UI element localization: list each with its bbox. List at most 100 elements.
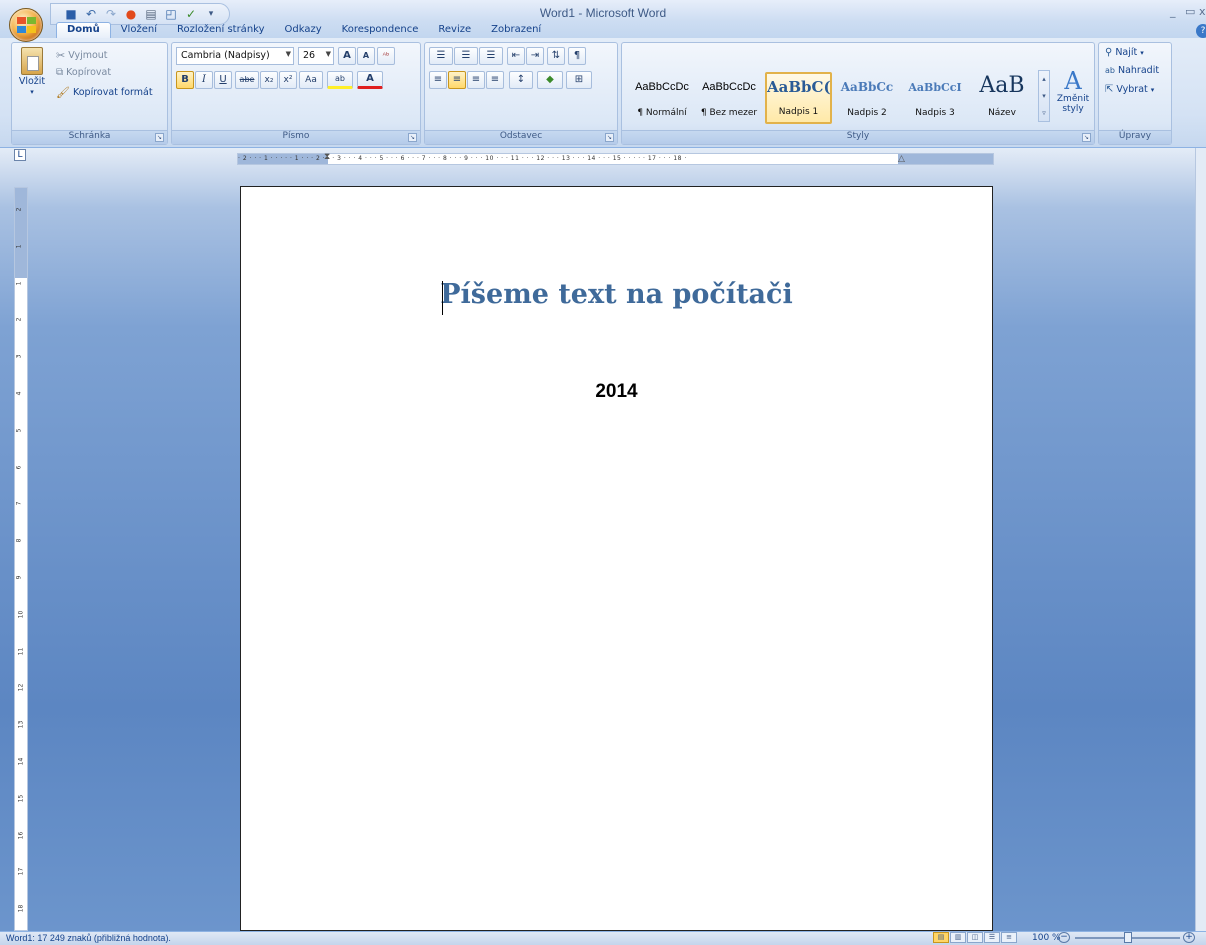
customize-qat-icon[interactable]: ▾ xyxy=(203,6,219,22)
minimize-button[interactable]: _ xyxy=(1170,5,1176,18)
styles-scroll[interactable]: ▴ ▾ ▿ xyxy=(1038,70,1050,122)
outline-view-button[interactable]: ☰ xyxy=(984,932,1000,943)
change-case-button[interactable]: Aa xyxy=(299,71,323,89)
cut-button[interactable]: ✂ Vyjmout xyxy=(56,49,108,62)
redo-icon[interactable]: ↷ xyxy=(103,6,119,22)
style-heading-2[interactable]: AaBbCc Nadpis 2 xyxy=(835,72,899,124)
font-name-combo[interactable]: Cambria (Nadpisy) ▼ xyxy=(176,47,294,65)
line-spacing-button[interactable]: ↕ xyxy=(509,71,533,89)
tab-rozlozeni-stranky[interactable]: Rozložení stránky xyxy=(167,22,275,39)
save-icon[interactable]: ■ xyxy=(63,6,79,22)
format-painter-icon: 🖌 xyxy=(56,86,70,99)
highlight-button[interactable]: ab xyxy=(327,71,353,89)
clipboard-launcher-icon[interactable]: ↘ xyxy=(155,133,164,142)
styles-launcher-icon[interactable]: ↘ xyxy=(1082,133,1091,142)
grow-font-button[interactable]: A xyxy=(338,47,356,65)
align-center-button[interactable]: ≡ xyxy=(448,71,466,89)
sort-button[interactable]: ⇅ xyxy=(547,47,565,65)
paragraph-group-label: Odstavec xyxy=(425,130,617,144)
show-marks-button[interactable]: ¶ xyxy=(568,47,586,65)
document-year[interactable]: 2014 xyxy=(241,381,992,403)
zoom-out-button[interactable]: − xyxy=(1058,932,1070,943)
office-button[interactable] xyxy=(9,8,43,42)
vertical-ruler-tick: 10 xyxy=(17,610,25,619)
first-line-indent-marker[interactable]: ⧗ xyxy=(324,153,330,162)
style-heading-3[interactable]: AaBbCcI Nadpis 3 xyxy=(903,72,967,124)
spellcheck-icon[interactable]: ✓ xyxy=(183,6,199,22)
replace-button[interactable]: ab Nahradit xyxy=(1105,65,1159,76)
print-icon[interactable]: ▤ xyxy=(143,6,159,22)
align-left-button[interactable]: ≡ xyxy=(429,71,447,89)
tab-selector-button[interactable]: L xyxy=(14,149,26,161)
style-no-spacing[interactable]: AaBbCcDc ¶ Bez mezer xyxy=(697,72,761,124)
tab-zobrazeni[interactable]: Zobrazení xyxy=(481,22,551,39)
font-launcher-icon[interactable]: ↘ xyxy=(408,133,417,142)
document-page[interactable]: Píšeme text na počítači 2014 xyxy=(240,186,993,931)
right-indent-marker[interactable]: △ xyxy=(898,155,905,164)
shading-button[interactable]: ◆ xyxy=(537,71,563,89)
numbering-button[interactable]: ☰ xyxy=(454,47,478,65)
paste-button[interactable]: Vložit ▾ xyxy=(14,47,50,96)
zoom-in-button[interactable]: + xyxy=(1183,932,1195,943)
cut-label: Vyjmout xyxy=(68,50,108,61)
subscript-button[interactable]: x₂ xyxy=(260,71,278,89)
shrink-font-button[interactable]: A xyxy=(357,47,375,65)
print-layout-view-button[interactable]: ▤ xyxy=(933,932,949,943)
style-sample: AaBbC( xyxy=(767,78,830,96)
tab-korespondence[interactable]: Korespondence xyxy=(332,22,429,39)
decrease-indent-button[interactable]: ⇤ xyxy=(507,47,525,65)
select-button[interactable]: ⇱ Vybrat ▾ xyxy=(1105,84,1154,95)
increase-indent-button[interactable]: ⇥ xyxy=(526,47,544,65)
style-normal[interactable]: AaBbCcDc ¶ Normální xyxy=(630,72,694,124)
word-count-status[interactable]: Word1: 17 249 znaků (přibližná hodnota). xyxy=(6,933,171,943)
web-layout-view-button[interactable]: ◫ xyxy=(967,932,983,943)
find-button[interactable]: ⚲ Najít ▾ xyxy=(1105,47,1144,58)
style-title[interactable]: AaB Název xyxy=(970,72,1034,124)
tab-revize[interactable]: Revize xyxy=(428,22,481,39)
bold-button[interactable]: B xyxy=(176,71,194,89)
ribbon-tabs: Domů Vložení Rozložení stránky Odkazy Ko… xyxy=(56,22,551,39)
clear-formatting-button[interactable]: ᴬᵇ xyxy=(377,47,395,65)
clipboard-group-label: Schránka xyxy=(12,130,167,144)
maximize-button[interactable]: ▭ xyxy=(1185,5,1195,18)
italic-button[interactable]: I xyxy=(195,71,213,89)
superscript-button[interactable]: x² xyxy=(279,71,297,89)
help-icon[interactable]: ? xyxy=(1196,24,1206,38)
tab-odkazy[interactable]: Odkazy xyxy=(275,22,332,39)
paragraph-launcher-icon[interactable]: ↘ xyxy=(605,133,614,142)
office-logo-icon xyxy=(17,17,36,33)
underline-button[interactable]: U xyxy=(214,71,232,89)
record-icon[interactable]: ● xyxy=(123,6,139,22)
style-sample: AaBbCcDc xyxy=(635,81,689,93)
copy-button[interactable]: ⧉ Kopírovat xyxy=(56,67,111,78)
document-title[interactable]: Píšeme text na počítači xyxy=(241,279,992,310)
vertical-ruler-tick: 2 xyxy=(15,207,23,212)
tab-domu[interactable]: Domů xyxy=(56,22,111,39)
zoom-level[interactable]: 100 % xyxy=(1032,933,1061,943)
tab-vlozeni[interactable]: Vložení xyxy=(111,22,167,39)
borders-button[interactable]: ⊞ xyxy=(566,71,592,89)
select-icon: ⇱ xyxy=(1105,84,1114,95)
vertical-scrollbar[interactable] xyxy=(1195,148,1206,931)
change-styles-button[interactable]: A Změnit styly xyxy=(1054,68,1092,114)
close-button[interactable]: x xyxy=(1199,5,1206,18)
draft-view-button[interactable]: ≡ xyxy=(1001,932,1017,943)
style-heading-1[interactable]: AaBbC( Nadpis 1 xyxy=(765,72,832,124)
align-right-button[interactable]: ≡ xyxy=(467,71,485,89)
justify-button[interactable]: ≡ xyxy=(486,71,504,89)
undo-icon[interactable]: ↶ xyxy=(83,6,99,22)
vertical-ruler-tick: 4 xyxy=(15,391,23,396)
font-color-button[interactable]: A xyxy=(357,71,383,89)
format-painter-button[interactable]: 🖌 Kopírovat formát xyxy=(56,86,153,99)
zoom-slider-thumb[interactable] xyxy=(1123,932,1132,943)
style-name: ¶ Normální xyxy=(637,108,687,118)
horizontal-ruler[interactable]: · 2 · · · 1 · · · · · 1 · · · 2 · · · 3 … xyxy=(237,153,994,165)
font-size-combo[interactable]: 26 ▼ xyxy=(298,47,334,65)
print-preview-icon[interactable]: ◰ xyxy=(163,6,179,22)
strikethrough-button[interactable]: abe xyxy=(235,71,259,89)
vertical-ruler[interactable]: 2 1 1 2 3 4 5 6 7 8 9 10 11 12 13 14 15 16 17 18 xyxy=(14,187,28,931)
full-screen-view-button[interactable]: ▥ xyxy=(950,932,966,943)
paragraph-group: ☰ ☰ ☰ ⇤ ⇥ ⇅ ¶ ≡ ≡ ≡ ≡ ↕ ◆ ⊞ Odstavec ↘ xyxy=(424,42,618,145)
bullets-button[interactable]: ☰ xyxy=(429,47,453,65)
multilevel-list-button[interactable]: ☰ xyxy=(479,47,503,65)
